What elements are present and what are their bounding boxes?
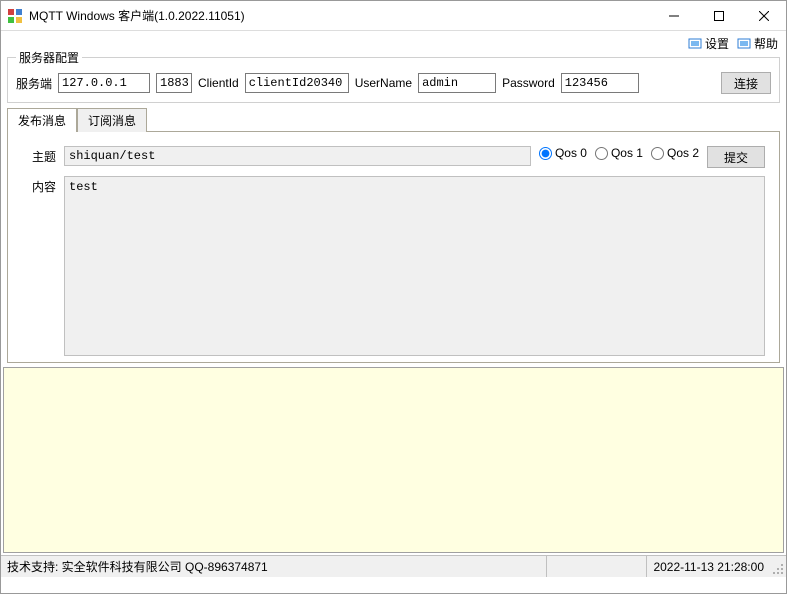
- window-title: MQTT Windows 客户端(1.0.2022.11051): [29, 7, 651, 24]
- connect-button[interactable]: 连接: [721, 72, 771, 94]
- status-timestamp: 2022-11-13 21:28:00: [647, 560, 770, 574]
- server-config-row: 服务端 ClientId UserName Password 连接: [16, 72, 771, 94]
- username-label: UserName: [355, 76, 412, 90]
- help-label: 帮助: [754, 35, 778, 52]
- topic-row: 主题 Qos 0 Qos 1 Qos 2 提交: [22, 146, 765, 168]
- qos1-radio[interactable]: [595, 147, 608, 160]
- settings-label: 设置: [705, 35, 729, 52]
- window-controls: [651, 1, 786, 30]
- settings-menu[interactable]: 设置: [688, 35, 729, 52]
- content-textarea[interactable]: [64, 176, 765, 356]
- maximize-button[interactable]: [696, 1, 741, 30]
- qos0-option[interactable]: Qos 0: [539, 146, 587, 160]
- server-config-title: 服务器配置: [16, 49, 82, 66]
- qos0-label: Qos 0: [555, 146, 587, 160]
- qos-group: Qos 0 Qos 1 Qos 2: [539, 146, 699, 160]
- titlebar: MQTT Windows 客户端(1.0.2022.11051): [1, 1, 786, 31]
- qos0-radio[interactable]: [539, 147, 552, 160]
- port-input[interactable]: [156, 73, 192, 93]
- tab-subscribe[interactable]: 订阅消息: [77, 108, 147, 132]
- server-config-group: 服务器配置 服务端 ClientId UserName Password 连接: [7, 57, 780, 103]
- username-input[interactable]: [418, 73, 496, 93]
- tab-content-publish: 主题 Qos 0 Qos 1 Qos 2 提交 内容: [7, 131, 780, 363]
- settings-icon: [688, 36, 702, 50]
- help-icon: [737, 36, 751, 50]
- resize-grip-icon[interactable]: [770, 556, 786, 577]
- content-label: 内容: [22, 176, 56, 195]
- help-menu[interactable]: 帮助: [737, 35, 778, 52]
- close-button[interactable]: [741, 1, 786, 30]
- app-icon: [7, 8, 23, 24]
- password-input[interactable]: [561, 73, 639, 93]
- password-label: Password: [502, 76, 555, 90]
- topic-input[interactable]: [64, 146, 531, 166]
- tab-publish[interactable]: 发布消息: [7, 108, 77, 132]
- topic-label: 主题: [22, 146, 56, 165]
- qos1-option[interactable]: Qos 1: [595, 146, 643, 160]
- qos2-label: Qos 2: [667, 146, 699, 160]
- qos2-radio[interactable]: [651, 147, 664, 160]
- log-panel[interactable]: [3, 367, 784, 553]
- clientid-input[interactable]: [245, 73, 349, 93]
- qos1-label: Qos 1: [611, 146, 643, 160]
- menubar: 设置 帮助: [1, 31, 786, 55]
- statusbar: 技术支持: 实全软件科技有限公司 QQ-896374871 2022-11-13…: [1, 555, 786, 577]
- qos2-option[interactable]: Qos 2: [651, 146, 699, 160]
- content-row: 内容: [22, 176, 765, 356]
- tabs: 发布消息 订阅消息: [7, 107, 780, 131]
- submit-button[interactable]: 提交: [707, 146, 765, 168]
- server-input[interactable]: [58, 73, 150, 93]
- status-spacer: [547, 556, 647, 577]
- status-support: 技术支持: 实全软件科技有限公司 QQ-896374871: [1, 556, 547, 577]
- clientid-label: ClientId: [198, 76, 239, 90]
- minimize-button[interactable]: [651, 1, 696, 30]
- server-label: 服务端: [16, 75, 52, 92]
